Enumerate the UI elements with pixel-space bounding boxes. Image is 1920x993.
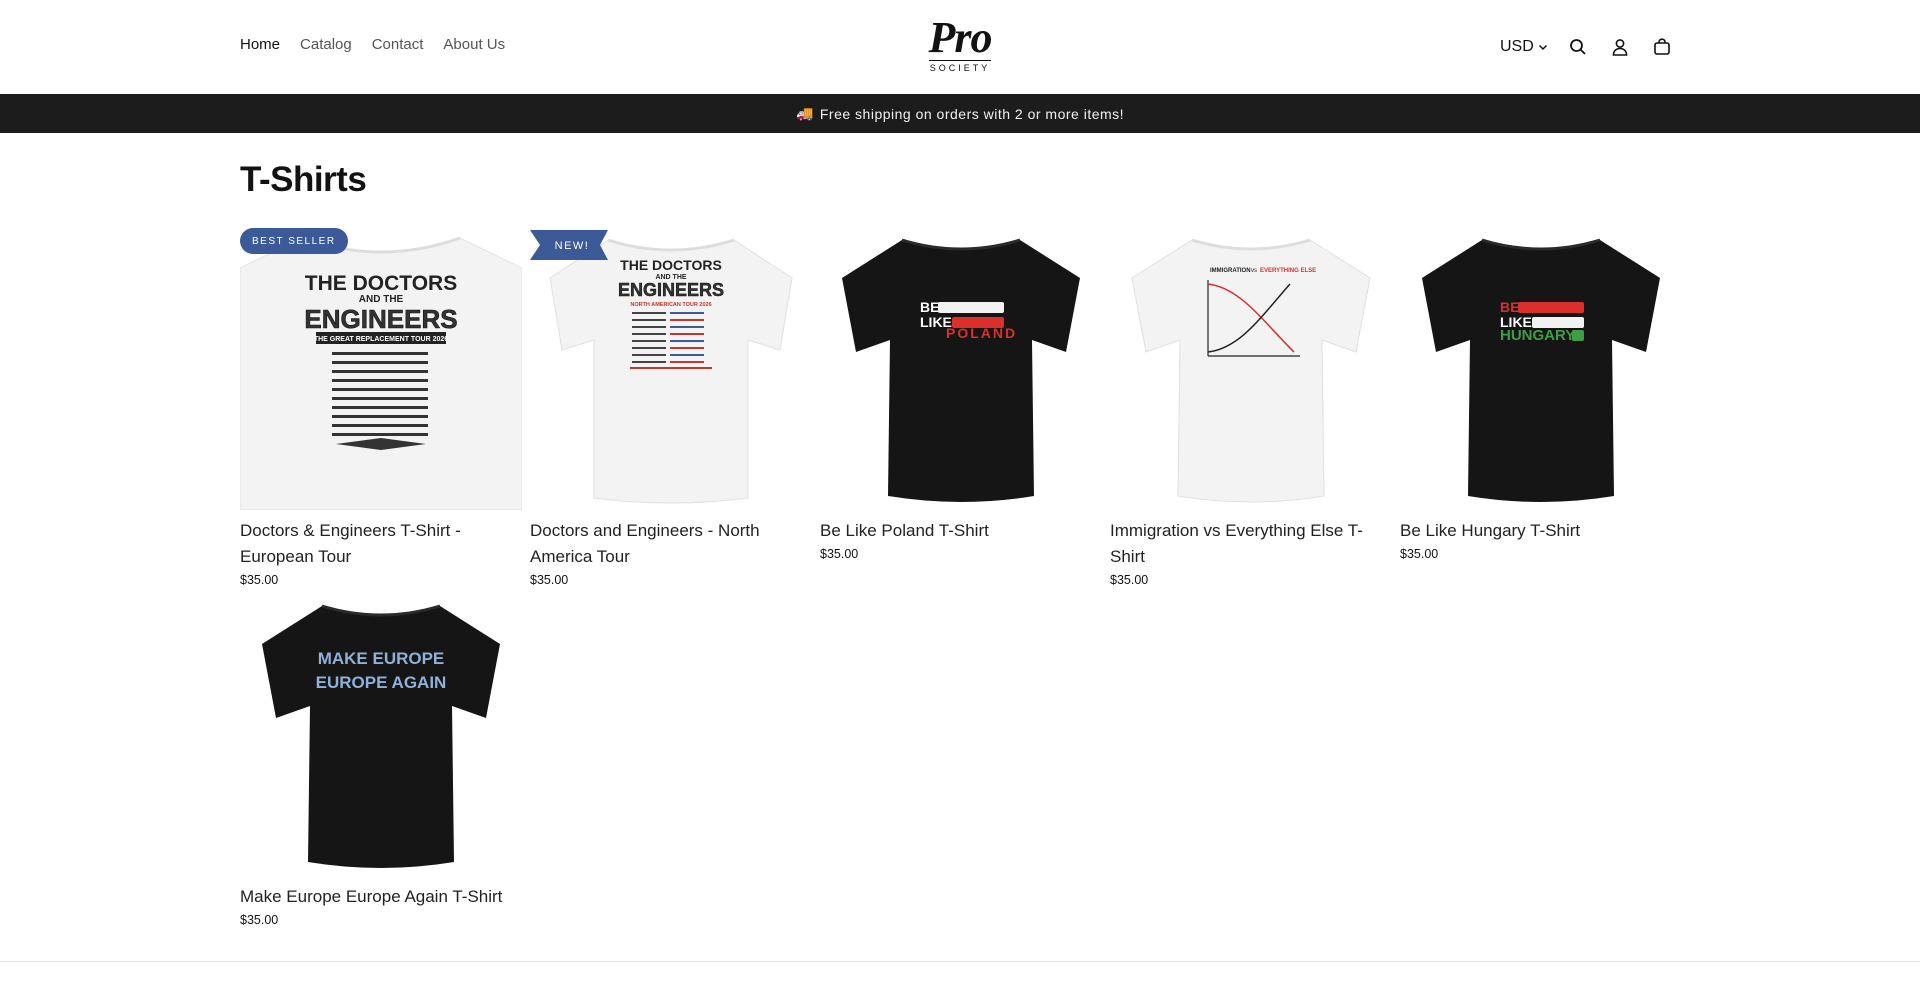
print-tour: THE GREAT REPLACEMENT TOUR 2026 bbox=[314, 336, 448, 343]
search-icon[interactable] bbox=[1566, 35, 1590, 59]
product-card[interactable]: THE DOCTORS AND THE ENGINEERS THE GREAT … bbox=[240, 228, 522, 587]
product-title[interactable]: Doctors and Engineers - North America To… bbox=[530, 518, 812, 570]
currency-selector[interactable]: USD bbox=[1500, 38, 1548, 56]
print-line3: ENGINEERS bbox=[618, 280, 724, 300]
nav-contact-link[interactable]: Contact bbox=[372, 36, 424, 53]
print-be: BE bbox=[920, 299, 939, 315]
print-be: BE bbox=[1500, 299, 1519, 315]
product-card[interactable]: BE LIKE HUNGARY Be Like Hungary T-Shirt … bbox=[1400, 228, 1682, 561]
page-title: T-Shirts bbox=[240, 160, 367, 199]
product-price: $35.00 bbox=[1110, 573, 1149, 587]
print-line2: EUROPE AGAIN bbox=[316, 673, 447, 692]
product-title[interactable]: Be Like Hungary T-Shirt bbox=[1400, 518, 1682, 544]
product-image[interactable]: IMMIGRATION vs EVERYTHING ELSE bbox=[1110, 228, 1392, 510]
product-title[interactable]: Make Europe Europe Again T-Shirt bbox=[240, 884, 522, 910]
product-image[interactable]: BE LIKE POLAND bbox=[820, 228, 1102, 510]
print-line1: THE DOCTORS bbox=[305, 272, 457, 295]
product-price: $35.00 bbox=[530, 573, 569, 587]
product-title[interactable]: Immigration vs Everything Else T-Shirt bbox=[1110, 518, 1392, 570]
site-logo[interactable]: Pro SOCIETY bbox=[922, 13, 998, 74]
announcement-bar: 🚚 Free shipping on orders with 2 or more… bbox=[0, 94, 1920, 133]
print-line3: ENGINEERS bbox=[304, 304, 457, 334]
product-card[interactable]: THE DOCTORS AND THE ENGINEERS NORTH AMER… bbox=[530, 228, 812, 587]
new-badge: NEW! bbox=[530, 230, 608, 260]
header-tools: USD bbox=[1500, 30, 1692, 64]
product-card[interactable]: BE LIKE POLAND Be Like Poland T-Shirt $3… bbox=[820, 228, 1102, 561]
product-title[interactable]: Doctors & Engineers T-Shirt - European T… bbox=[240, 518, 522, 570]
footer-divider bbox=[0, 961, 1920, 962]
site-header: Home Catalog Contact About Us Pro SOCIET… bbox=[0, 0, 1920, 94]
product-image[interactable]: BE LIKE HUNGARY bbox=[1400, 228, 1682, 510]
product-image[interactable]: THE DOCTORS AND THE ENGINEERS NORTH AMER… bbox=[530, 228, 812, 510]
currency-value: USD bbox=[1500, 38, 1534, 55]
product-price: $35.00 bbox=[820, 547, 859, 561]
best-seller-badge: BEST SELLER bbox=[240, 228, 348, 254]
cart-icon[interactable] bbox=[1650, 35, 1674, 59]
main-nav: Home Catalog Contact About Us bbox=[240, 36, 505, 53]
account-icon[interactable] bbox=[1608, 35, 1632, 59]
print-country: HUNGARY bbox=[1500, 327, 1575, 344]
new-badge-text: NEW! bbox=[555, 240, 590, 252]
print-country: POLAND bbox=[946, 325, 1017, 341]
product-price: $35.00 bbox=[1400, 547, 1439, 561]
announcement-text: Free shipping on orders with 2 or more i… bbox=[819, 105, 1125, 122]
print-right: EVERYTHING ELSE bbox=[1260, 268, 1316, 274]
product-card[interactable]: IMMIGRATION vs EVERYTHING ELSE Immigrati… bbox=[1110, 228, 1392, 587]
product-image[interactable]: MAKE EUROPE EUROPE AGAIN bbox=[240, 594, 522, 876]
print-vs: vs bbox=[1251, 268, 1257, 274]
product-card[interactable]: MAKE EUROPE EUROPE AGAIN Make Europe Eur… bbox=[240, 594, 522, 927]
nav-home-link[interactable]: Home bbox=[240, 36, 280, 53]
logo-sub-text: SOCIETY bbox=[929, 63, 991, 73]
print-left: IMMIGRATION bbox=[1210, 268, 1251, 274]
print-line1: THE DOCTORS bbox=[620, 257, 722, 273]
logo-main-text: Pro bbox=[928, 13, 993, 62]
print-tour: NORTH AMERICAN TOUR 2026 bbox=[630, 302, 711, 308]
nav-catalog-link[interactable]: Catalog bbox=[300, 36, 352, 53]
product-price: $35.00 bbox=[240, 573, 279, 587]
nav-about-link[interactable]: About Us bbox=[443, 36, 505, 53]
truck-icon: 🚚 bbox=[795, 105, 814, 121]
product-image[interactable]: THE DOCTORS AND THE ENGINEERS THE GREAT … bbox=[240, 228, 522, 510]
chevron-down-icon bbox=[1538, 44, 1547, 51]
product-price: $35.00 bbox=[240, 913, 279, 927]
print-line1: MAKE EUROPE bbox=[318, 649, 445, 668]
product-title[interactable]: Be Like Poland T-Shirt bbox=[820, 518, 1102, 544]
